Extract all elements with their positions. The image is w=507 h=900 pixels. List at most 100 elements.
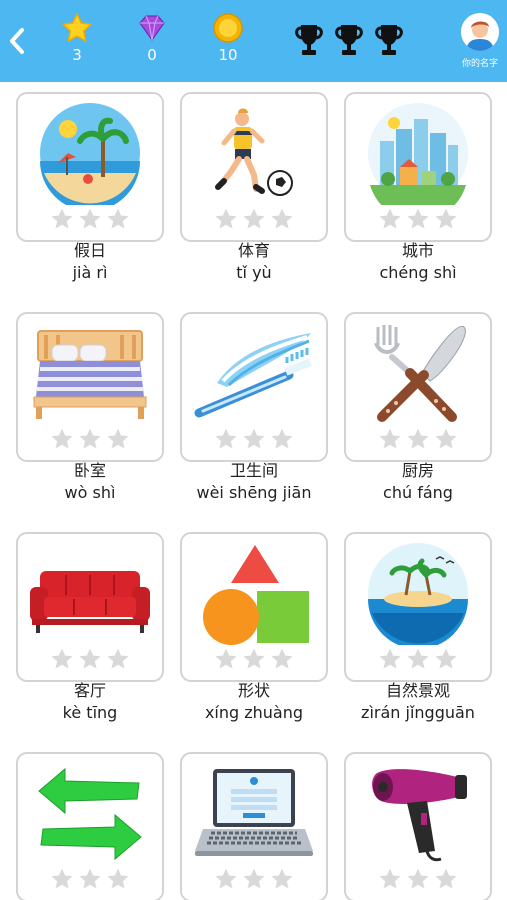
star-outline-icon [51, 208, 73, 229]
rating-stars [214, 207, 294, 231]
star-outline-icon [243, 648, 265, 669]
back-button[interactable] [4, 24, 30, 58]
bed-icon [25, 321, 155, 425]
profile-avatar-icon [461, 13, 499, 51]
coins-count: 10 [218, 46, 238, 64]
city-icon [353, 101, 483, 205]
topic-name-chinese: 自然景观 [385, 681, 450, 700]
star-outline-icon [51, 428, 73, 449]
hair-dryer-icon [353, 761, 483, 865]
soccer-player-icon [189, 101, 319, 205]
trophy-icon [335, 25, 363, 55]
star-outline-icon [407, 868, 429, 889]
star-outline-icon [107, 208, 129, 229]
topic-name-pinyin: chéng shì [379, 263, 457, 282]
coins-counter: 10 [203, 12, 253, 64]
topic-card-living-room[interactable] [16, 532, 164, 682]
rating-stars [214, 427, 294, 451]
gems-counter: 0 [127, 12, 177, 64]
star-outline-icon [215, 868, 237, 889]
star-outline-icon [215, 428, 237, 449]
beach-icon [25, 101, 155, 205]
stars-count: 3 [72, 46, 82, 64]
topic-label: 卧室 wò shì [8, 460, 172, 504]
star-outline-icon [271, 208, 293, 229]
top-bar: 3 0 10 你的名字 [0, 0, 507, 82]
rating-stars [214, 647, 294, 671]
coin-icon [213, 13, 243, 43]
star-outline-icon [379, 648, 401, 669]
star-outline-icon [51, 648, 73, 669]
topic-card-bedroom[interactable] [16, 312, 164, 462]
star-outline-icon [435, 208, 457, 229]
rating-stars [378, 867, 458, 891]
topic-name-chinese: 厨房 [401, 461, 434, 480]
topic-card-appliances[interactable] [344, 752, 492, 900]
topic-name-chinese: 城市 [401, 241, 434, 260]
star-outline-icon [271, 868, 293, 889]
star-outline-icon [379, 428, 401, 449]
topic-card-kitchen[interactable] [344, 312, 492, 462]
star-outline-icon [107, 868, 129, 889]
topic-name-pinyin: xíng zhuàng [204, 703, 304, 722]
diamond-icon [139, 15, 165, 41]
topic-card-city[interactable] [344, 92, 492, 242]
avatar[interactable] [461, 13, 499, 51]
shapes-icon [189, 541, 319, 645]
rating-stars [214, 867, 294, 891]
star-outline-icon [215, 208, 237, 229]
star-outline-icon [407, 208, 429, 229]
star-outline-icon [271, 428, 293, 449]
stars-counter: 3 [52, 12, 102, 64]
topic-label: 厨房 chú fáng [336, 460, 500, 504]
topic-name-chinese: 假日 [73, 241, 106, 260]
star-outline-icon [243, 868, 265, 889]
topic-card-sports[interactable] [180, 92, 328, 242]
rating-stars [50, 427, 130, 451]
topic-label: 客厅 kè tīng [8, 680, 172, 724]
island-icon [353, 541, 483, 645]
star-outline-icon [379, 868, 401, 889]
star-outline-icon [435, 428, 457, 449]
star-outline-icon [407, 648, 429, 669]
topic-card-shapes[interactable] [180, 532, 328, 682]
topic-label: 自然景观 zìrán jǐngguān [336, 680, 500, 724]
topic-name-chinese: 卧室 [73, 461, 106, 480]
topic-card-holiday[interactable] [16, 92, 164, 242]
topic-card-computer[interactable] [180, 752, 328, 900]
topic-name-pinyin: jià rì [72, 263, 108, 282]
rating-stars [378, 427, 458, 451]
topic-label: 城市 chéng shì [336, 240, 500, 284]
trophy-icon [375, 25, 403, 55]
topic-name-pinyin: wèi shēng jiān [196, 483, 312, 502]
topic-card-bathroom[interactable] [180, 312, 328, 462]
star-outline-icon [107, 428, 129, 449]
topic-name-pinyin: chú fáng [383, 483, 453, 502]
star-outline-icon [435, 868, 457, 889]
rating-stars [50, 207, 130, 231]
topic-name-chinese: 形状 [237, 681, 270, 700]
topic-card-directions[interactable] [16, 752, 164, 900]
star-outline-icon [435, 648, 457, 669]
topic-label: 卫生间 wèi shēng jiān [172, 460, 336, 504]
topic-name-chinese: 卫生间 [229, 461, 278, 480]
topic-name-chinese: 体育 [237, 241, 270, 260]
star-icon [62, 13, 92, 42]
star-outline-icon [79, 648, 101, 669]
sofa-icon [25, 541, 155, 645]
rating-stars [50, 647, 130, 671]
rating-stars [378, 207, 458, 231]
profile-name[interactable]: 你的名字 [450, 56, 507, 69]
topic-grid: 假日 jià rì 体育 tǐ yù 城市 chéng shì 卧室 wò sh… [0, 82, 507, 900]
toothbrush-icon [189, 321, 319, 425]
laptop-icon [189, 761, 319, 865]
topic-card-nature[interactable] [344, 532, 492, 682]
topic-name-pinyin: kè tīng [62, 703, 118, 722]
chevron-left-icon [10, 28, 24, 54]
trophy-icon [295, 25, 323, 55]
star-outline-icon [79, 428, 101, 449]
topic-label: 假日 jià rì [8, 240, 172, 284]
star-outline-icon [51, 868, 73, 889]
star-outline-icon [407, 428, 429, 449]
gems-count: 0 [147, 46, 157, 64]
